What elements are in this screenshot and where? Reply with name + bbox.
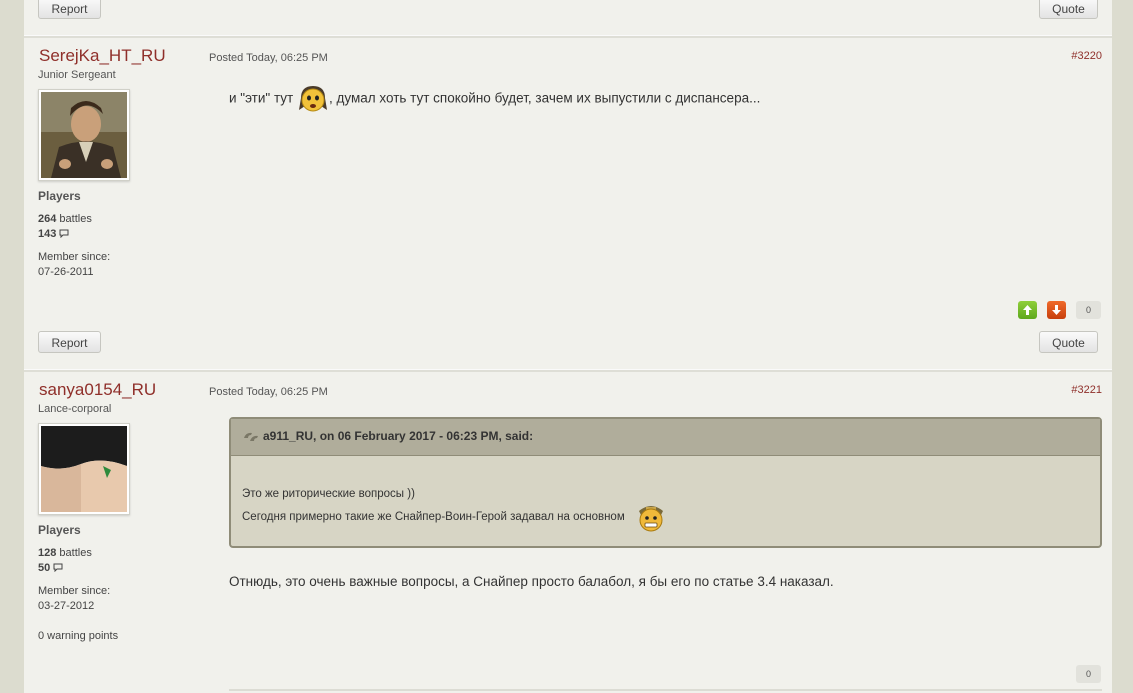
quote-header: a911_RU, on 06 February 2017 - 06:23 PM,… bbox=[231, 419, 1100, 456]
comment-icon bbox=[59, 229, 69, 239]
smiley-icon bbox=[298, 86, 327, 112]
quote-citation[interactable]: a911_RU, on 06 February 2017 - 06:23 PM,… bbox=[263, 429, 533, 443]
avatar-image bbox=[41, 92, 127, 178]
battles-stat: 264 battles bbox=[38, 213, 92, 225]
post-text-part2: , думал хоть тут спокойно будет, зачем и… bbox=[328, 90, 761, 106]
post-3220: SerejKa_HT_RU Junior Sergeant Players 26… bbox=[24, 38, 1112, 370]
smiley-icon bbox=[638, 506, 663, 532]
post-3221: sanya0154_RU Lance-corporal Players 128 … bbox=[24, 372, 1112, 693]
user-group: Players bbox=[38, 189, 81, 203]
report-button[interactable]: Report bbox=[38, 331, 101, 353]
quote-line-1: Это же риторические вопросы )) bbox=[242, 488, 415, 500]
arrow-down-icon bbox=[1052, 305, 1061, 315]
quote-block: a911_RU, on 06 February 2017 - 06:23 PM,… bbox=[229, 417, 1102, 548]
forum-thread: Report Quote SerejKa_HT_RU Junior Sergea… bbox=[24, 0, 1112, 693]
member-since-date: 03-27-2012 bbox=[38, 600, 95, 612]
author-name[interactable]: SerejKa_HT_RU bbox=[39, 46, 166, 66]
post-date: Posted Today, 06:25 PM bbox=[209, 52, 328, 64]
post-date: Posted Today, 06:25 PM bbox=[209, 386, 328, 398]
rep-down-button[interactable] bbox=[1047, 301, 1066, 319]
author-name[interactable]: sanya0154_RU bbox=[39, 380, 156, 400]
comment-icon bbox=[53, 563, 63, 573]
member-since-label: Member since: bbox=[38, 251, 111, 263]
member-since-label: Member since: bbox=[38, 585, 111, 597]
post-text-part1: и "эти" тут bbox=[229, 90, 294, 106]
battles-stat: 128 battles bbox=[38, 547, 92, 559]
avatar[interactable] bbox=[38, 423, 130, 515]
post-number[interactable]: #3220 bbox=[1071, 50, 1102, 62]
reputation-count: 0 bbox=[1076, 301, 1101, 319]
post-footer-line bbox=[229, 689, 1102, 691]
post-count-stat: 50 bbox=[38, 562, 63, 574]
reputation-count: 0 bbox=[1076, 665, 1101, 683]
quote-icon bbox=[244, 432, 258, 441]
quote-line-2: Сегодня примерно такие же Снайпер-Воин-Г… bbox=[242, 501, 666, 533]
arrow-up-icon bbox=[1023, 305, 1032, 315]
post-content: Отнюдь, это очень важные вопросы, а Снай… bbox=[229, 574, 834, 589]
avatar[interactable] bbox=[38, 89, 130, 181]
post-number[interactable]: #3221 bbox=[1071, 384, 1102, 396]
user-group: Players bbox=[38, 523, 81, 537]
author-rank: Junior Sergeant bbox=[38, 69, 116, 81]
author-rank: Lance-corporal bbox=[38, 403, 112, 415]
quote-button[interactable]: Quote bbox=[1039, 331, 1098, 353]
member-since-date: 07-26-2011 bbox=[38, 266, 94, 278]
post-count-stat: 143 bbox=[38, 228, 69, 240]
quote-button-prev[interactable]: Quote bbox=[1039, 0, 1098, 19]
report-button-prev[interactable]: Report bbox=[38, 0, 101, 19]
post-content: и "эти" тут , думал хоть тут спокойно бу… bbox=[229, 84, 760, 114]
rep-up-button[interactable] bbox=[1018, 301, 1037, 319]
warning-points[interactable]: 0 warning points bbox=[38, 630, 118, 642]
avatar-image bbox=[41, 426, 127, 512]
